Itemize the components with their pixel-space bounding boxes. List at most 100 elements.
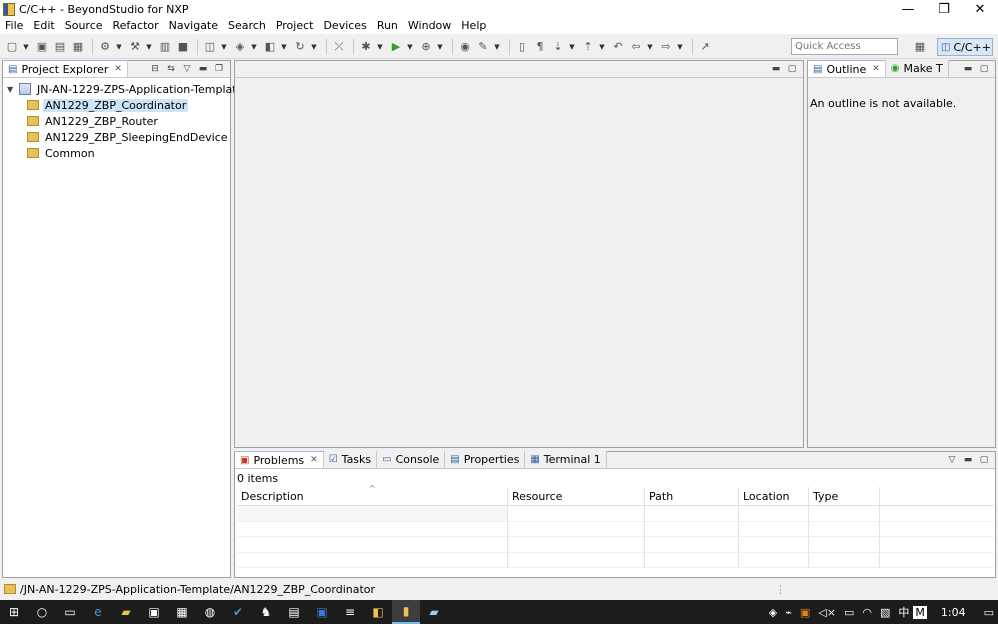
restore-view-icon[interactable]: ❐ <box>212 62 226 76</box>
new-class-icon[interactable]: ◈ <box>232 39 248 55</box>
network-status-icon[interactable]: ⌁ <box>781 606 796 619</box>
menu-navigate[interactable]: Navigate <box>164 18 223 34</box>
action-icon[interactable]: ▧ <box>876 606 894 619</box>
menu-project[interactable]: Project <box>271 18 319 34</box>
close-tab-icon[interactable]: ✕ <box>310 455 318 465</box>
next-annotation-dropdown-icon[interactable]: ▼ <box>568 39 576 55</box>
tab-tasks[interactable]: ☑ Tasks <box>323 451 378 468</box>
flash-icon[interactable]: ■ <box>175 39 191 55</box>
forward-dropdown-icon[interactable]: ▼ <box>676 39 684 55</box>
word-icon[interactable]: ▣ <box>308 600 336 624</box>
external-tools-dropdown-icon[interactable]: ▼ <box>436 39 444 55</box>
print-icon[interactable]: ▦ <box>70 39 86 55</box>
network-app-icon[interactable]: ◍ <box>196 600 224 624</box>
perspective-cpp-button[interactable]: ◫ C/C++ <box>937 38 993 56</box>
maximize-view-icon[interactable]: ▢ <box>977 453 991 467</box>
cortana-search-icon[interactable]: ○ <box>28 600 56 624</box>
edge-browser-icon[interactable]: e <box>84 600 112 624</box>
tree-item-router[interactable]: AN1229_ZBP_Router <box>7 113 245 129</box>
file-explorer-icon[interactable]: ▰ <box>112 600 140 624</box>
maximize-view-icon[interactable]: ▢ <box>785 62 799 76</box>
toggle-mark-icon[interactable]: ▯ <box>514 39 530 55</box>
menu-run[interactable]: Run <box>372 18 403 34</box>
build-config-dropdown-icon[interactable]: ▼ <box>115 39 123 55</box>
tree-item-coordinator[interactable]: AN1229_ZBP_Coordinator <box>7 97 245 113</box>
shield-icon[interactable]: ◈ <box>765 606 781 619</box>
link-editor-icon[interactable]: ⇆ <box>164 62 178 76</box>
prev-annotation-dropdown-icon[interactable]: ▼ <box>598 39 606 55</box>
maximize-view-icon[interactable]: ▢ <box>977 62 991 76</box>
refresh-icon[interactable]: ↻ <box>292 39 308 55</box>
clock[interactable]: 1:04 <box>927 606 980 619</box>
menu-file[interactable]: File <box>0 18 28 34</box>
tab-terminal[interactable]: ▦ Terminal 1 <box>525 451 607 468</box>
search-dropdown-icon[interactable]: ▼ <box>493 39 501 55</box>
menu-devices[interactable]: Devices <box>318 18 371 34</box>
menu-source[interactable]: Source <box>60 18 108 34</box>
build-config-icon[interactable]: ⚙ <box>97 39 113 55</box>
forward-icon[interactable]: ⇨ <box>658 39 674 55</box>
editor-app-icon[interactable]: ▰ <box>420 600 448 624</box>
task-view-icon[interactable]: ▭ <box>56 600 84 624</box>
save-icon[interactable]: ▣ <box>34 39 50 55</box>
close-tab-icon[interactable]: ✕ <box>114 64 122 74</box>
save-all-icon[interactable]: ▤ <box>52 39 68 55</box>
menu-window[interactable]: Window <box>403 18 456 34</box>
warning-icon[interactable]: ▣ <box>796 606 814 619</box>
open-perspective-icon[interactable]: ▦ <box>912 38 928 55</box>
refresh-dropdown-icon[interactable]: ▼ <box>310 39 318 55</box>
menu-refactor[interactable]: Refactor <box>108 18 164 34</box>
notification-center-icon[interactable]: ▭ <box>980 606 998 619</box>
visual-studio-code-icon[interactable]: ✔ <box>224 600 252 624</box>
debug-dropdown-icon[interactable]: ▼ <box>376 39 384 55</box>
expand-arrow-icon[interactable]: ▼ <box>7 85 19 94</box>
debug-icon[interactable]: ✱ <box>358 39 374 55</box>
beyond-compare-icon[interactable]: ◧ <box>364 600 392 624</box>
run-icon[interactable]: ▶ <box>388 39 404 55</box>
external-tools-icon[interactable]: ⊕ <box>418 39 434 55</box>
volume-icon[interactable]: ◁× <box>814 606 840 619</box>
tree-item-project-root[interactable]: ▼ JN-AN-1229-ZPS-Application-Template <box>7 81 245 97</box>
prev-annotation-icon[interactable]: ⇡ <box>580 39 596 55</box>
tab-properties[interactable]: ▤ Properties <box>445 451 526 468</box>
quick-access-input[interactable] <box>791 38 898 55</box>
minimize-view-icon[interactable]: ▬ <box>196 62 210 76</box>
minimize-view-icon[interactable]: ▬ <box>961 453 975 467</box>
collapse-all-icon[interactable]: ⊟ <box>148 62 162 76</box>
menu-edit[interactable]: Edit <box>28 18 59 34</box>
toggle-block-icon[interactable]: ¶ <box>532 39 548 55</box>
qq-icon[interactable]: ♞ <box>252 600 280 624</box>
column-path[interactable]: Path <box>645 487 739 505</box>
next-annotation-icon[interactable]: ⇣ <box>550 39 566 55</box>
open-type-icon[interactable]: ◉ <box>457 39 473 55</box>
view-menu-icon[interactable]: ▽ <box>945 453 959 467</box>
new-project-dropdown-icon[interactable]: ▼ <box>220 39 228 55</box>
beyondstudio-task-icon[interactable]: ▮ <box>392 600 420 624</box>
last-edit-icon[interactable]: ↶ <box>610 39 626 55</box>
pin-editor-icon[interactable]: ↗ <box>697 39 713 55</box>
column-resource[interactable]: Resource <box>508 487 645 505</box>
store-icon[interactable]: ▣ <box>140 600 168 624</box>
column-type[interactable]: Type <box>809 487 880 505</box>
new-class-dropdown-icon[interactable]: ▼ <box>250 39 258 55</box>
view-menu-icon[interactable]: ▽ <box>180 62 194 76</box>
tab-console[interactable]: ▭ Console <box>377 451 446 468</box>
minimize-view-icon[interactable]: ▬ <box>769 62 783 76</box>
minimize-view-icon[interactable]: ▬ <box>961 62 975 76</box>
new-icon[interactable]: ▢ <box>4 39 20 55</box>
skip-breakpoints-icon[interactable]: ⤫ <box>331 39 347 55</box>
build-dropdown-icon[interactable]: ▼ <box>145 39 153 55</box>
ime-language[interactable]: 中 <box>894 604 913 620</box>
minimize-button[interactable]: — <box>890 0 926 18</box>
column-description[interactable]: Description ^ <box>237 484 508 505</box>
column-location[interactable]: Location <box>739 487 809 505</box>
new-file-icon[interactable]: ◧ <box>262 39 278 55</box>
tab-outline[interactable]: ▤ Outline ✕ <box>808 60 886 77</box>
tree-item-sleeping-end-device[interactable]: AN1229_ZBP_SleepingEndDevice <box>7 129 245 145</box>
close-tab-icon[interactable]: ✕ <box>872 64 880 74</box>
run-dropdown-icon[interactable]: ▼ <box>406 39 414 55</box>
build-hammer-icon[interactable]: ⚒ <box>127 39 143 55</box>
start-icon[interactable]: ⊞ <box>0 600 28 624</box>
tab-project-explorer[interactable]: ▤ Project Explorer ✕ <box>3 60 128 77</box>
tab-make-targets[interactable]: ◉ Make T <box>885 60 949 77</box>
